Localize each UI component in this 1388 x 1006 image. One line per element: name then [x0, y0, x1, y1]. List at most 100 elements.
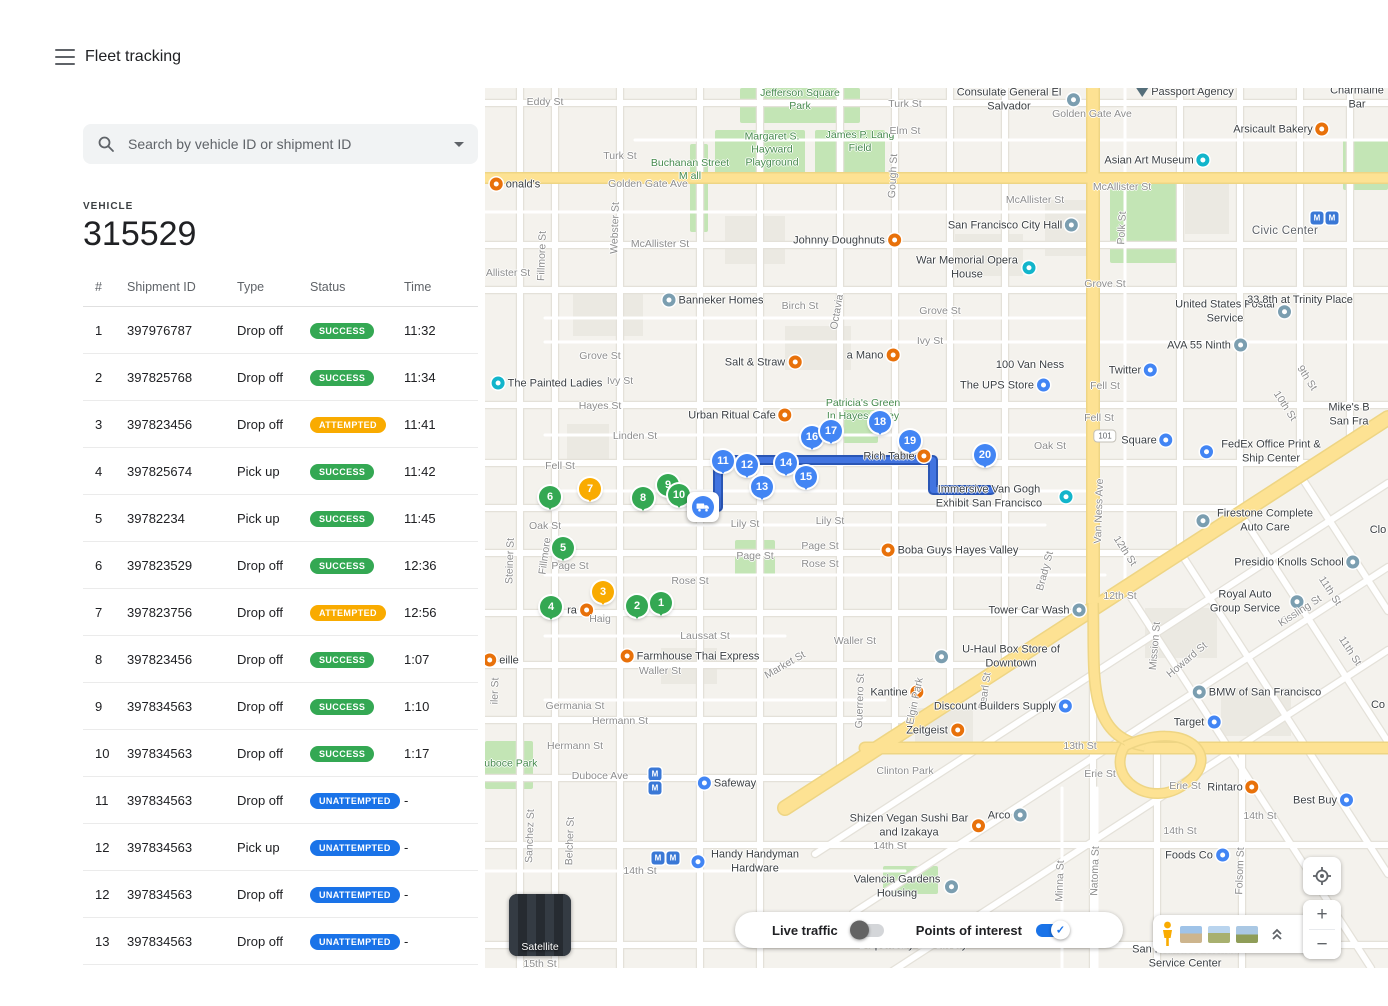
- cell: 7: [83, 605, 127, 620]
- table-row[interactable]: 9397834563Drop offSUCCESS1:10: [83, 683, 478, 730]
- cell: 10: [83, 746, 127, 761]
- col-status: Status: [310, 280, 404, 294]
- cell: 397976787: [127, 323, 237, 338]
- points-of-interest-label: Points of interest: [916, 923, 1022, 938]
- stop-number: 18: [874, 416, 886, 428]
- imagery-thumbnail[interactable]: [1208, 926, 1230, 943]
- time-cell: 11:34: [404, 370, 478, 385]
- stop-marker-7[interactable]: 7: [579, 478, 601, 500]
- time-cell: -: [404, 934, 478, 949]
- table-row[interactable]: 7397823756Drop offATTEMPTED12:56: [83, 589, 478, 636]
- stop-number: 1: [658, 597, 664, 609]
- table-row[interactable]: 13397834563Drop offUNATTEMPTED-: [83, 918, 478, 965]
- time-cell: -: [404, 793, 478, 808]
- map-markers-layer: 1234567891011121314151617181920: [485, 88, 1388, 968]
- search-icon: [97, 135, 115, 153]
- stop-marker-20[interactable]: 20: [974, 444, 996, 466]
- zoom-out-button[interactable]: −: [1303, 930, 1341, 959]
- cell: 5: [83, 511, 127, 526]
- stop-number: 8: [640, 492, 646, 504]
- cell: 397825674: [127, 464, 237, 479]
- table-row[interactable]: 3397823456Drop offATTEMPTED11:41: [83, 401, 478, 448]
- cell: 397823456: [127, 417, 237, 432]
- cell: 397823756: [127, 605, 237, 620]
- stop-marker-19[interactable]: 19: [899, 430, 921, 452]
- table-row[interactable]: 4397825674Pick upSUCCESS11:42: [83, 448, 478, 495]
- stop-marker-5[interactable]: 5: [552, 537, 574, 559]
- live-traffic-label: Live traffic: [772, 923, 838, 938]
- menu-icon[interactable]: [55, 49, 75, 65]
- stop-marker-11[interactable]: 11: [712, 450, 734, 472]
- satellite-label: Satellite: [509, 941, 571, 953]
- stop-marker-13[interactable]: 13: [751, 476, 773, 498]
- vehicle-label: VEHICLE: [83, 201, 478, 212]
- table-row[interactable]: 12397834563Pick upUNATTEMPTED-: [83, 824, 478, 871]
- cell: 397834563: [127, 887, 237, 902]
- collapse-chevron-icon[interactable]: [1270, 926, 1284, 942]
- status-badge: SUCCESS: [310, 746, 374, 762]
- stop-marker-4[interactable]: 4: [540, 596, 562, 618]
- status-badge: UNATTEMPTED: [310, 840, 400, 856]
- status-badge: SUCCESS: [310, 652, 374, 668]
- stop-number: 13: [756, 481, 768, 493]
- table-row[interactable]: 1397976787Drop offSUCCESS11:32: [83, 307, 478, 354]
- stop-number: 14: [780, 457, 792, 469]
- table-row[interactable]: 11397834563Drop offUNATTEMPTED-: [83, 777, 478, 824]
- imagery-thumbnail[interactable]: [1236, 926, 1258, 943]
- stop-number: 15: [800, 471, 812, 483]
- cell: Drop off: [237, 323, 310, 338]
- status-badge: SUCCESS: [310, 558, 374, 574]
- stop-marker-18[interactable]: 18: [869, 411, 891, 433]
- status-cell: SUCCESS: [310, 322, 404, 339]
- stop-marker-3[interactable]: 3: [592, 581, 614, 603]
- cell: 12: [83, 887, 127, 902]
- search-input[interactable]: [126, 135, 443, 153]
- cell: Drop off: [237, 417, 310, 432]
- vehicle-marker[interactable]: [687, 492, 719, 522]
- time-cell: 12:56: [404, 605, 478, 620]
- map[interactable]: Eddy StJefferson Square ParkTurk StConsu…: [485, 88, 1388, 968]
- stop-marker-2[interactable]: 2: [626, 595, 648, 617]
- cell: Drop off: [237, 793, 310, 808]
- status-cell: ATTEMPTED: [310, 604, 404, 621]
- stop-marker-15[interactable]: 15: [795, 466, 817, 488]
- points-of-interest-toggle[interactable]: ✓: [1036, 924, 1068, 937]
- live-traffic-toggle[interactable]: [852, 924, 884, 937]
- table-row[interactable]: 2397825768Drop offSUCCESS11:34: [83, 354, 478, 401]
- status-badge: UNATTEMPTED: [310, 934, 400, 950]
- table-row[interactable]: 8397823456Drop offSUCCESS1:07: [83, 636, 478, 683]
- table-row[interactable]: 10397834563Drop offSUCCESS1:17: [83, 730, 478, 777]
- status-cell: SUCCESS: [310, 510, 404, 527]
- cell: 397823456: [127, 652, 237, 667]
- my-location-button[interactable]: [1303, 857, 1341, 895]
- table-row[interactable]: 12397834563Drop offUNATTEMPTED-: [83, 871, 478, 918]
- stop-marker-6[interactable]: 6: [539, 486, 561, 508]
- stop-marker-17[interactable]: 17: [820, 420, 842, 442]
- cell: 6: [83, 558, 127, 573]
- cell: Drop off: [237, 370, 310, 385]
- cell: Drop off: [237, 887, 310, 902]
- table-row[interactable]: 6397823529Drop offSUCCESS12:36: [83, 542, 478, 589]
- status-badge: ATTEMPTED: [310, 417, 386, 433]
- cell: 4: [83, 464, 127, 479]
- zoom-in-button[interactable]: +: [1303, 900, 1341, 929]
- table-row[interactable]: 539782234Pick upSUCCESS11:45: [83, 495, 478, 542]
- col-shipment-id: Shipment ID: [127, 280, 237, 294]
- imagery-thumbnail[interactable]: [1180, 926, 1202, 943]
- cell: 397834563: [127, 746, 237, 761]
- status-cell: SUCCESS: [310, 651, 404, 668]
- stop-marker-12[interactable]: 12: [736, 454, 758, 476]
- stop-number: 5: [560, 542, 566, 554]
- stop-marker-8[interactable]: 8: [632, 487, 654, 509]
- col-type: Type: [237, 280, 310, 294]
- search-dropdown-icon[interactable]: [454, 142, 464, 147]
- cell: Drop off: [237, 699, 310, 714]
- stop-marker-14[interactable]: 14: [775, 452, 797, 474]
- table-row[interactable]: 14397834563Drop offUNATTEMPTED-: [83, 965, 478, 968]
- status-cell: ATTEMPTED: [310, 416, 404, 433]
- status-cell: UNATTEMPTED: [310, 933, 404, 950]
- satellite-toggle-button[interactable]: Satellite: [509, 894, 571, 956]
- time-cell: 1:07: [404, 652, 478, 667]
- pegman-icon[interactable]: [1161, 921, 1174, 947]
- stop-marker-1[interactable]: 1: [650, 592, 672, 614]
